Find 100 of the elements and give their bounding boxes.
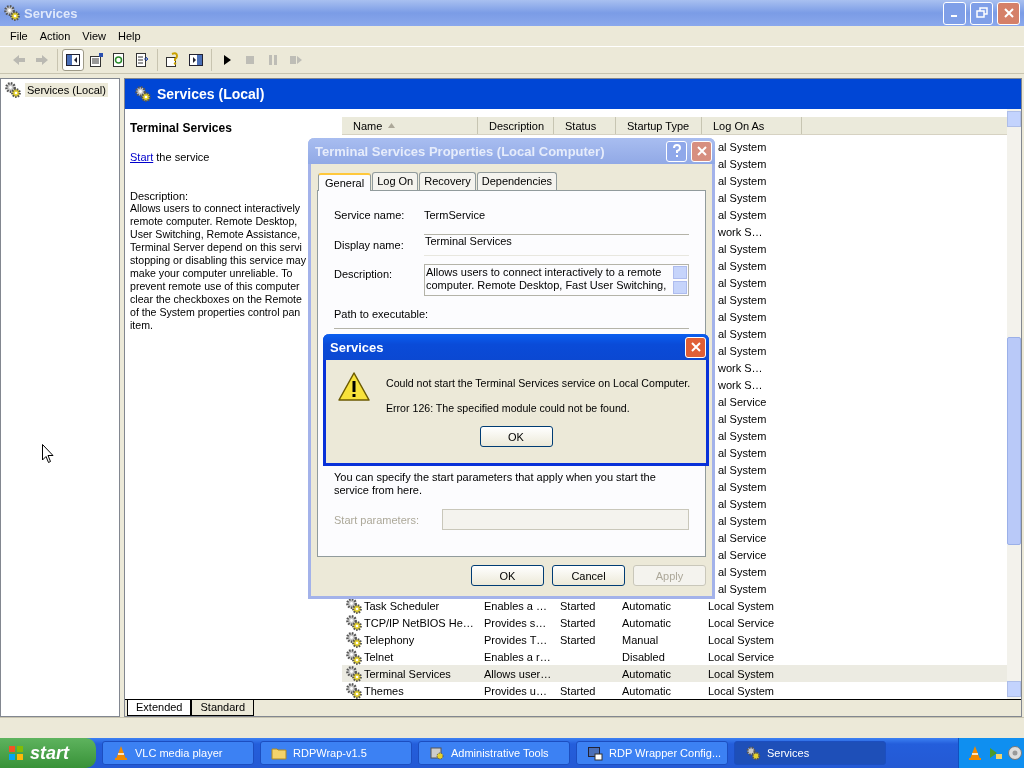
ok-button[interactable]: OK bbox=[479, 426, 553, 447]
description-text: Terminal Server depend on this servi bbox=[130, 241, 303, 254]
traffic-cone-icon[interactable] bbox=[967, 745, 983, 761]
flag-icon bbox=[8, 745, 24, 761]
table-cell: al System bbox=[718, 480, 767, 493]
table-cell-text: Automatic bbox=[621, 599, 672, 612]
description-field[interactable]: Allows users to connect interactively to a remote computer. Remote Desktop, Fast User Switching, bbox=[424, 264, 689, 296]
description-text: make your computer unreliable. To bbox=[130, 267, 294, 280]
menu-item[interactable]: Help bbox=[111, 30, 147, 42]
description-text: of the System properties control pan bbox=[130, 306, 302, 319]
folder-icon bbox=[271, 745, 287, 761]
scrollbar-thumb[interactable] bbox=[1007, 337, 1021, 545]
path-label: Path to executable: bbox=[334, 308, 430, 320]
dialog-title: Terminal Services Properties (Local Computer) bbox=[314, 143, 606, 159]
column-header[interactable]: Description bbox=[478, 117, 554, 134]
taskbar-button[interactable]: VLC media player bbox=[102, 741, 254, 765]
dialog-tab[interactable]: Dependencies bbox=[476, 172, 558, 190]
table-cell-text: Automatic bbox=[621, 667, 672, 680]
table-cell: al System bbox=[718, 565, 767, 578]
table-cell: Telephony bbox=[364, 633, 415, 646]
display-name-label: Display name: bbox=[334, 239, 405, 251]
table-cell: Themes bbox=[364, 684, 404, 697]
menu-item[interactable]: Action bbox=[33, 30, 77, 42]
taskbar-button[interactable]: RDPWrap-v1.5 bbox=[260, 741, 412, 765]
tree-item[interactable]: Services (Local) bbox=[25, 83, 108, 97]
description-label: Description: bbox=[130, 190, 190, 202]
service-row[interactable]: Telnet Enables a r… Disabled Local Service bbox=[342, 648, 1007, 665]
speaker-icon[interactable] bbox=[1007, 745, 1023, 761]
dialog-button[interactable]: OK bbox=[471, 565, 544, 586]
gears-icon bbox=[346, 614, 362, 631]
table-cell-text: Local Service bbox=[707, 650, 776, 663]
taskbar-button[interactable]: RDP Wrapper Config... bbox=[576, 741, 728, 765]
menu-item[interactable]: View bbox=[76, 30, 112, 42]
service-row[interactable]: Task Scheduler Enables a … Started Automatic Local System bbox=[342, 597, 1007, 614]
view-tab[interactable]: Standard bbox=[191, 700, 255, 716]
start-link[interactable]: Start bbox=[130, 151, 154, 163]
warning-icon bbox=[338, 372, 370, 402]
service-title: Terminal Services bbox=[130, 121, 233, 135]
dialog-tab[interactable]: General bbox=[318, 173, 372, 191]
table-cell-text: Enables a r… bbox=[483, 650, 552, 663]
taskbar-button[interactable]: Services bbox=[734, 741, 886, 765]
table-cell-text: Provides u… bbox=[483, 684, 548, 697]
description-text: prevent remote use of this computer bbox=[130, 280, 301, 293]
table-cell-text: Provides T… bbox=[483, 633, 549, 646]
table-cell: work S… bbox=[718, 225, 763, 238]
column-header[interactable]: Status bbox=[554, 117, 616, 134]
error-message: Could not start the Terminal Services service on Local Computer. bbox=[386, 377, 691, 389]
table-cell: al System bbox=[718, 191, 767, 204]
taskbar-button[interactable]: Administrative Tools bbox=[418, 741, 570, 765]
dialog-title: Services bbox=[329, 339, 385, 355]
column-header[interactable]: Startup Type bbox=[616, 117, 702, 134]
gears-icon bbox=[5, 82, 21, 98]
column-header[interactable]: Name bbox=[342, 117, 478, 134]
table-cell: al System bbox=[718, 344, 767, 357]
table-cell-text: Disabled bbox=[621, 650, 666, 663]
table-cell: al System bbox=[718, 497, 767, 510]
restore-icon[interactable] bbox=[970, 1, 993, 25]
table-cell-text: Enables a … bbox=[483, 599, 548, 612]
table-cell-text: Automatic bbox=[621, 684, 672, 697]
table-cell: work S… bbox=[718, 361, 763, 374]
service-name-label: Service name: bbox=[334, 209, 406, 221]
table-cell: al Service bbox=[718, 531, 767, 544]
column-header[interactable]: Log On As bbox=[702, 117, 802, 134]
traffic-cone-icon bbox=[113, 745, 129, 761]
table-cell: al System bbox=[718, 429, 767, 442]
gears-icon bbox=[346, 597, 362, 614]
table-cell: al System bbox=[718, 259, 767, 272]
table-cell-text: Started bbox=[559, 633, 597, 646]
table-cell-text: Local System bbox=[707, 667, 776, 680]
minimize-icon[interactable] bbox=[943, 1, 966, 25]
table-cell: al System bbox=[718, 242, 767, 255]
description-text: User Switching, Remote Assistance, bbox=[130, 228, 302, 241]
tree-toggle-icon[interactable] bbox=[62, 49, 84, 71]
gears-icon bbox=[346, 665, 362, 682]
close-icon[interactable] bbox=[997, 1, 1020, 25]
close-icon[interactable] bbox=[691, 140, 712, 162]
view-tab[interactable]: Extended bbox=[127, 700, 192, 716]
table-cell: al System bbox=[718, 157, 767, 170]
table-cell: al Service bbox=[718, 548, 767, 561]
dialog-tab[interactable]: Log On bbox=[372, 172, 419, 190]
menu-item[interactable]: File bbox=[4, 30, 34, 42]
start-parameters-hint: You can specify the start parameters that apply when you start the service from here. bbox=[334, 471, 657, 497]
service-row[interactable]: TCP/IP NetBIOS He… Provides s… Started Automatic Local Service bbox=[342, 614, 1007, 631]
mouse-pointer-icon bbox=[42, 444, 54, 464]
service-row[interactable]: Terminal Services Allows user… Automatic Local System bbox=[342, 665, 1007, 682]
table-cell: work S… bbox=[718, 378, 763, 391]
table-cell: al System bbox=[718, 412, 767, 425]
table-cell: al System bbox=[718, 293, 767, 306]
table-cell: al System bbox=[718, 463, 767, 476]
service-row[interactable]: Themes Provides u… Started Automatic Local System bbox=[342, 682, 1007, 699]
table-cell: al System bbox=[718, 446, 767, 459]
table-cell: TCP/IP NetBIOS He… bbox=[364, 616, 474, 629]
gears-icon bbox=[745, 745, 761, 761]
dialog-button[interactable]: Cancel bbox=[552, 565, 625, 586]
service-row[interactable]: Telephony Provides T… Started Manual Local System bbox=[342, 631, 1007, 648]
network-icon[interactable] bbox=[987, 745, 1003, 761]
dialog-tab[interactable]: Recovery bbox=[419, 172, 476, 190]
close-icon[interactable] bbox=[685, 336, 706, 358]
pane-title: Services (Local) bbox=[157, 86, 265, 102]
display-name-field[interactable]: Terminal Services bbox=[424, 234, 689, 256]
